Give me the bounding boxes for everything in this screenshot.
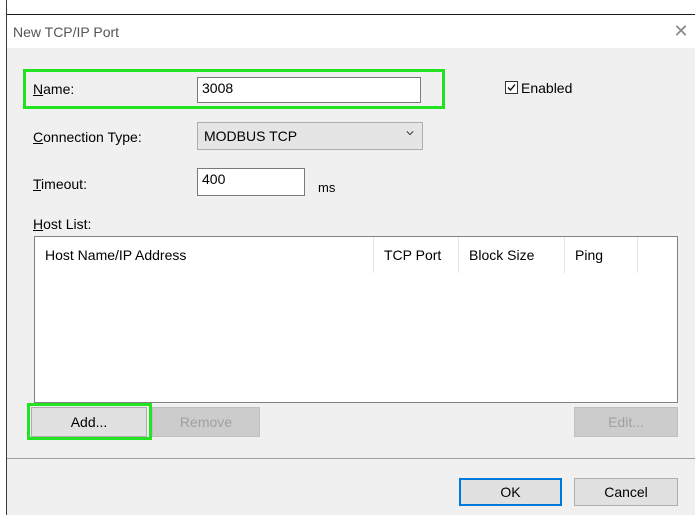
ok-button[interactable]: OK <box>459 478 562 506</box>
connection-type-value: MODBUS TCP <box>204 128 298 144</box>
background-frame-left <box>0 0 7 515</box>
column-header-block-size[interactable]: Block Size <box>459 237 565 273</box>
enabled-checkbox[interactable] <box>505 81 518 94</box>
edit-button[interactable]: Edit... <box>574 407 678 437</box>
footer-separator <box>7 458 695 459</box>
cancel-button[interactable]: Cancel <box>574 478 678 506</box>
name-label: Name: <box>33 81 75 97</box>
close-icon[interactable]: ✕ <box>671 20 691 42</box>
enabled-label: Enabled <box>521 80 573 96</box>
checkmark-icon <box>507 84 516 91</box>
title-bar: New TCP/IP Port ✕ <box>7 15 695 48</box>
timeout-unit: ms <box>318 180 336 195</box>
add-button[interactable]: Add... <box>31 407 147 437</box>
connection-type-select[interactable]: MODBUS TCP <box>197 122 423 150</box>
host-list[interactable]: Host Name/IP Address TCP Port Block Size… <box>34 236 678 403</box>
column-header-ping[interactable]: Ping <box>565 237 638 273</box>
background-frame-top <box>0 0 695 15</box>
chevron-down-icon <box>406 131 414 136</box>
name-input[interactable]: 3008 <box>197 77 421 103</box>
connection-type-label: Connection Type: <box>33 129 142 145</box>
remove-button[interactable]: Remove <box>152 407 260 437</box>
column-header-host-name[interactable]: Host Name/IP Address <box>35 237 374 273</box>
host-list-label: Host List: <box>33 216 92 232</box>
new-tcp-ip-port-dialog: New TCP/IP Port ✕ Name: 3008 Enabled Con… <box>7 15 695 515</box>
column-header-tcp-port[interactable]: TCP Port <box>374 237 459 273</box>
dialog-title: New TCP/IP Port <box>13 24 120 40</box>
timeout-label: Timeout: <box>33 176 87 192</box>
timeout-input[interactable]: 400 <box>197 168 305 196</box>
